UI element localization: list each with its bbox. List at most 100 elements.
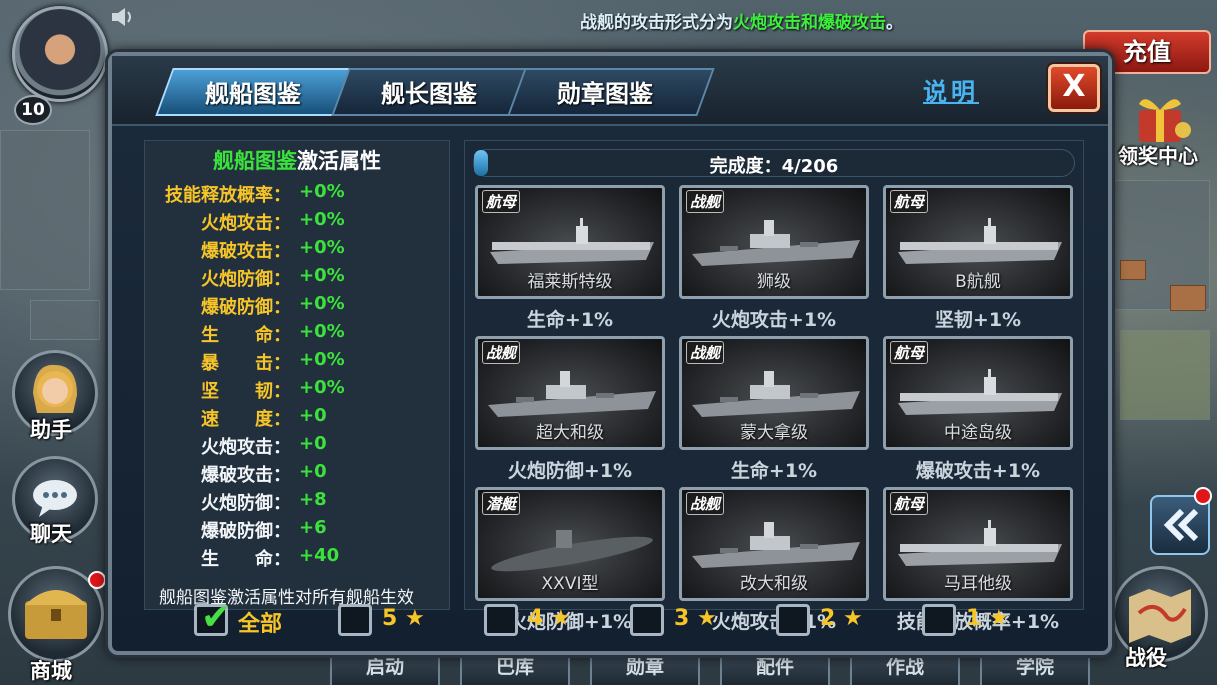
- star-icon: ★: [397, 606, 425, 631]
- filter-checkbox[interactable]: ✔: [194, 597, 231, 638]
- ship-card[interactable]: 航母 中途岛级: [883, 336, 1073, 450]
- ship-card[interactable]: 战舰超大和级: [475, 336, 665, 450]
- filter-checkbox[interactable]: [922, 604, 956, 636]
- star-icon: ★: [689, 606, 717, 631]
- filter-label: 2 ★: [820, 606, 863, 631]
- carrier-icon: [898, 218, 1062, 264]
- ship-type-tag: 战舰: [482, 341, 521, 364]
- attribute-label: 火炮防御：: [201, 493, 291, 514]
- filter-checkbox[interactable]: [484, 604, 518, 636]
- filter-label: 4 ★: [528, 606, 571, 631]
- attribute-row: 爆破防御： +0%: [145, 293, 451, 321]
- star-filter[interactable]: 1 ★: [922, 602, 1052, 638]
- attribute-label: 爆破攻击：: [201, 241, 291, 262]
- campaign-label: 战役: [1125, 646, 1167, 670]
- tab-medal-collection-label[interactable]: 勋章图鉴: [510, 74, 700, 109]
- filter-checkbox[interactable]: [776, 604, 810, 636]
- speaker-icon[interactable]: [110, 6, 136, 28]
- bottom-tab-2[interactable]: 巴库: [460, 650, 570, 685]
- star-filter[interactable]: 4 ★: [484, 602, 614, 638]
- shop-label: 商城: [30, 659, 72, 683]
- battleship-icon: [692, 522, 860, 568]
- shop-notification-dot: [88, 571, 106, 589]
- ship-card[interactable]: 战舰 狮级: [679, 185, 869, 299]
- filter-label-text: 2: [820, 606, 836, 631]
- close-button[interactable]: X: [1048, 64, 1100, 112]
- ship-type-tag: 战舰: [686, 492, 725, 515]
- ship-type-tag: 航母: [890, 492, 929, 515]
- attribute-label: 火炮攻击：: [201, 213, 291, 234]
- attribute-value: +0: [299, 433, 327, 454]
- ship-name: 超大和级: [536, 423, 604, 443]
- attribute-label: 火炮攻击：: [201, 437, 291, 458]
- carrier-icon: [490, 218, 654, 264]
- bottom-tab-1[interactable]: 启动: [330, 650, 440, 685]
- attribute-value: +0%: [299, 377, 345, 398]
- battleship-icon: [692, 220, 860, 266]
- gift-box-icon[interactable]: [1125, 90, 1195, 146]
- bottom-tab-3[interactable]: 勋章: [590, 650, 700, 685]
- attribute-label: 技能释放概率：: [165, 185, 291, 206]
- ship-name: 马耳他级: [944, 574, 1012, 594]
- attribute-title: 舰船图鉴激活属性: [145, 145, 449, 175]
- submarine-icon: [491, 530, 653, 572]
- ship-card[interactable]: 战舰改大和级: [679, 487, 869, 601]
- star-filter[interactable]: 3 ★: [630, 602, 760, 638]
- bottom-tab-5[interactable]: 作战: [850, 650, 960, 685]
- ship-name: 改大和级: [740, 574, 808, 594]
- completion-progress-bar: 完成度：4/206: [473, 149, 1075, 177]
- ship-name: 蒙大拿级: [740, 423, 808, 443]
- player-avatar[interactable]: [12, 6, 108, 102]
- attribute-title-highlight: 舰船图鉴: [213, 149, 297, 173]
- attribute-label: 爆破防御：: [201, 521, 291, 542]
- ship-bonus: 生命+1%: [730, 460, 818, 482]
- star-filter[interactable]: 2 ★: [776, 602, 906, 638]
- tab-ship-collection-label[interactable]: 舰船图鉴: [158, 74, 348, 109]
- star-filter[interactable]: ✔ 全部: [194, 597, 324, 638]
- ticker-suffix: 。: [886, 13, 903, 33]
- attribute-label: 坚 韧：: [201, 381, 291, 402]
- player-level-badge: 10: [14, 95, 52, 125]
- attribute-row: 火炮防御： +8: [145, 489, 451, 517]
- attribute-row: 爆破攻击： +0%: [145, 237, 451, 265]
- completion-label: 完成度：4/206: [709, 156, 839, 177]
- ship-card[interactable]: 航母 福莱斯特级: [475, 185, 665, 299]
- attribute-value: +0: [299, 461, 327, 482]
- ship-card[interactable]: 航母 B航舰: [883, 185, 1073, 299]
- filter-label: 3 ★: [674, 606, 717, 631]
- filter-checkbox[interactable]: [630, 604, 664, 636]
- ship-type-tag: 战舰: [686, 341, 725, 364]
- collection-panel: 舰船图鉴 舰长图鉴 勋章图鉴 说明 X 舰船图鉴激活属性 技能释放概率： +0% 火…: [108, 52, 1112, 655]
- attribute-value: +0%: [299, 293, 345, 314]
- ship-bonus: 火炮防御+1%: [507, 460, 633, 482]
- bottom-tab-6[interactable]: 学院: [980, 650, 1090, 685]
- bottom-nav: 启动 巴库 勋章 配件 作战 学院: [330, 650, 1090, 685]
- attribute-value: +6: [299, 517, 327, 538]
- attribute-value: +8: [299, 489, 327, 510]
- ship-bonus: 生命+1%: [526, 309, 614, 331]
- filter-label-text: 3: [674, 606, 690, 631]
- filter-label: 5 ★: [382, 606, 425, 631]
- attribute-value: +0%: [299, 181, 345, 202]
- filter-label-text: 全部: [238, 612, 283, 637]
- attribute-label: 速 度：: [201, 409, 291, 430]
- ship-card[interactable]: 潜艇 XXVI型: [475, 487, 665, 601]
- help-link[interactable]: 说明: [923, 72, 979, 107]
- bottom-tab-4[interactable]: 配件: [720, 650, 830, 685]
- ticker-highlight: 火炮攻击和爆破攻击: [733, 13, 886, 33]
- tab-captain-collection-label[interactable]: 舰长图鉴: [334, 74, 524, 109]
- star-filter[interactable]: 5 ★: [338, 602, 468, 638]
- attribute-row: 技能释放概率： +0%: [145, 181, 451, 209]
- ship-card[interactable]: 战舰蒙大拿级: [679, 336, 869, 450]
- attribute-panel: 舰船图鉴激活属性 技能释放概率： +0% 火炮攻击： +0% 爆破攻击： +0% 火炮防御：…: [144, 140, 450, 610]
- reward-center-label[interactable]: 领奖中心: [1118, 140, 1198, 169]
- ship-card[interactable]: 航母马耳他级: [883, 487, 1073, 601]
- star-icon: ★: [981, 606, 1009, 631]
- close-icon: X: [1062, 69, 1086, 104]
- filter-checkbox[interactable]: [338, 604, 372, 636]
- attribute-row: 火炮攻击： +0: [145, 433, 451, 461]
- filter-label-text: 1: [966, 606, 982, 631]
- filter-label: 全部: [238, 606, 282, 638]
- attribute-row: 暴 击： +0%: [145, 349, 451, 377]
- star-icon: ★: [543, 606, 571, 631]
